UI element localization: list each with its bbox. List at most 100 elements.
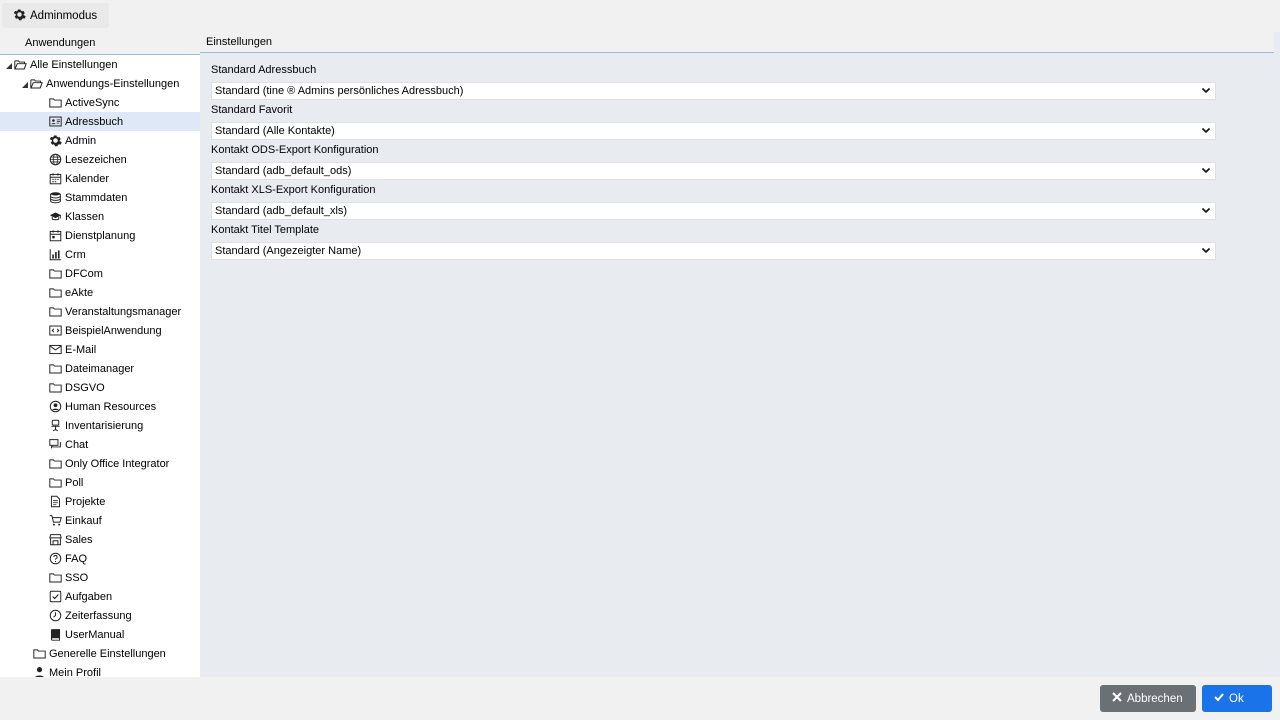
top-toolbar: Adminmodus [0, 0, 1280, 32]
folder-icon [49, 476, 62, 489]
document-icon [49, 495, 62, 508]
calendar-icon [49, 172, 62, 185]
admin-mode-button[interactable]: Adminmodus [2, 3, 110, 28]
tree-item-label: Only Office Integrator [65, 457, 170, 470]
setting-select[interactable]: Standard (adb_default_xls) [211, 202, 1216, 220]
user-icon [33, 666, 46, 677]
tree-item-dienstplanung[interactable]: Dienstplanung [0, 226, 200, 245]
tree-item-beispielanwendung[interactable]: BeispielAnwendung [0, 321, 200, 340]
folder-icon [49, 305, 62, 318]
tree-item-kalender[interactable]: Kalender [0, 169, 200, 188]
tree-item-only-office-integrator[interactable]: Only Office Integrator [0, 454, 200, 473]
tree-item-all-settings[interactable]: Alle Einstellungen [0, 55, 200, 74]
applications-header: Anwendungen [0, 32, 200, 55]
tree-item-label: Stammdaten [65, 191, 128, 204]
tree-item-eakte[interactable]: eAkte [0, 283, 200, 302]
setting-select[interactable]: Standard (Angezeigter Name) [211, 242, 1216, 260]
chevron-down-icon[interactable] [1201, 165, 1211, 178]
database-icon [49, 191, 62, 204]
cancel-label: Abbrechen [1127, 692, 1183, 705]
tree-item-label: Aufgaben [65, 590, 113, 603]
tree-item-label: Admin [65, 134, 97, 147]
tree-item-label: Anwendungs-Einstellungen [46, 77, 180, 90]
tree-item-label: Human Resources [65, 400, 157, 413]
tree-item-admin[interactable]: Admin [0, 131, 200, 150]
tree-item-stammdaten[interactable]: Stammdaten [0, 188, 200, 207]
tree-item-my-profile[interactable]: Mein Profil [0, 663, 200, 677]
setting-value: Standard (adb_default_ods) [215, 165, 352, 177]
tree-item-label: UserManual [65, 628, 125, 641]
tree-item-inventarisierung[interactable]: Inventarisierung [0, 416, 200, 435]
folder-icon [49, 381, 62, 394]
chevron-down-icon[interactable] [1201, 125, 1211, 138]
tree-item-label: Inventarisierung [65, 419, 144, 432]
bottom-bar: Abbrechen Ok [0, 677, 1280, 720]
address-card-icon [49, 115, 62, 128]
folder-icon [33, 647, 46, 660]
tree-item-lesezeichen[interactable]: Lesezeichen [0, 150, 200, 169]
setting-value: Standard (tine ® Admins persönliches Adr… [215, 85, 464, 97]
tree-item-chat[interactable]: Chat [0, 435, 200, 454]
tree-item-dateimanager[interactable]: Dateimanager [0, 359, 200, 378]
setting-label: Standard Adressbuch [211, 64, 317, 76]
check-square-icon [49, 590, 62, 603]
folder-open-icon [14, 58, 27, 71]
tree-item-sso[interactable]: SSO [0, 568, 200, 587]
tree-item-label: Projekte [65, 495, 106, 508]
tree-item-label: Lesezeichen [65, 153, 127, 166]
expander-triangle-icon[interactable] [5, 61, 13, 69]
setting-select[interactable]: Standard (Alle Kontakte) [211, 122, 1216, 140]
tree-item-activesync[interactable]: ActiveSync [0, 93, 200, 112]
tree-item-sales[interactable]: Sales [0, 530, 200, 549]
tree-item-label: DFCom [65, 267, 103, 280]
tree-item-dsgvo[interactable]: DSGVO [0, 378, 200, 397]
tree-item-usermanual[interactable]: UserManual [0, 625, 200, 644]
tree-item-einkauf[interactable]: Einkauf [0, 511, 200, 530]
setting-field: Standard Favorit Standard (Alle Kontakte) [211, 103, 1216, 140]
tree-item-projekte[interactable]: Projekte [0, 492, 200, 511]
tree-item-label: Kalender [65, 172, 110, 185]
tree-item-e-mail[interactable]: E-Mail [0, 340, 200, 359]
tree-item-label: E-Mail [65, 343, 97, 356]
admin-mode-label: Adminmodus [30, 9, 98, 22]
globe-icon [49, 153, 62, 166]
tree-item-klassen[interactable]: Klassen [0, 207, 200, 226]
chevron-down-icon[interactable] [1201, 205, 1211, 218]
tree-item-human-resources[interactable]: Human Resources [0, 397, 200, 416]
folder-icon [49, 571, 62, 584]
applications-tree-panel: Anwendungen Alle Einstellungen Anwendungs… [0, 32, 200, 677]
setting-select[interactable]: Standard (tine ® Admins persönliches Adr… [211, 82, 1216, 100]
expander-triangle-icon[interactable] [21, 80, 29, 88]
ok-button[interactable]: Ok [1202, 685, 1272, 712]
gear-icon [49, 134, 62, 147]
cart-icon [49, 514, 62, 527]
tree-item-label: eAkte [65, 286, 94, 299]
tree-item-label: Veranstaltungsmanager [65, 305, 182, 318]
tree-item-crm[interactable]: Crm [0, 245, 200, 264]
chevron-down-icon[interactable] [1201, 245, 1211, 258]
tree-item-dfcom[interactable]: DFCom [0, 264, 200, 283]
tree-item-poll[interactable]: Poll [0, 473, 200, 492]
close-icon [1112, 692, 1122, 705]
tree-item-zeiterfassung[interactable]: Zeiterfassung [0, 606, 200, 625]
cancel-button[interactable]: Abbrechen [1100, 685, 1196, 712]
tree-item-veranstaltungsmanager[interactable]: Veranstaltungsmanager [0, 302, 200, 321]
tree-item-general-settings[interactable]: Generelle Einstellungen [0, 644, 200, 663]
tree-item-label: Dienstplanung [65, 229, 136, 242]
store-icon [49, 533, 62, 546]
tree-item-app-settings[interactable]: Anwendungs-Einstellungen [0, 74, 200, 93]
tree-item-adressbuch[interactable]: Adressbuch [0, 112, 200, 131]
tree-item-aufgaben[interactable]: Aufgaben [0, 587, 200, 606]
tree-item-label: FAQ [65, 552, 88, 565]
user-circle-icon [49, 400, 62, 413]
setting-field: Kontakt XLS-Export Konfiguration Standard… [211, 183, 1216, 220]
settings-panel: Einstellungen Standard Adressbuch Standar… [200, 32, 1280, 677]
setting-select[interactable]: Standard (adb_default_ods) [211, 162, 1216, 180]
setting-field: Kontakt ODS-Export Konfiguration Standard… [211, 143, 1216, 180]
ok-label: Ok [1229, 692, 1244, 705]
tree-item-label: SSO [65, 571, 89, 584]
tree-item-faq[interactable]: FAQ [0, 549, 200, 568]
tree-item-label: Poll [65, 476, 84, 489]
chevron-down-icon[interactable] [1201, 85, 1211, 98]
tree-item-label: Dateimanager [65, 362, 135, 375]
